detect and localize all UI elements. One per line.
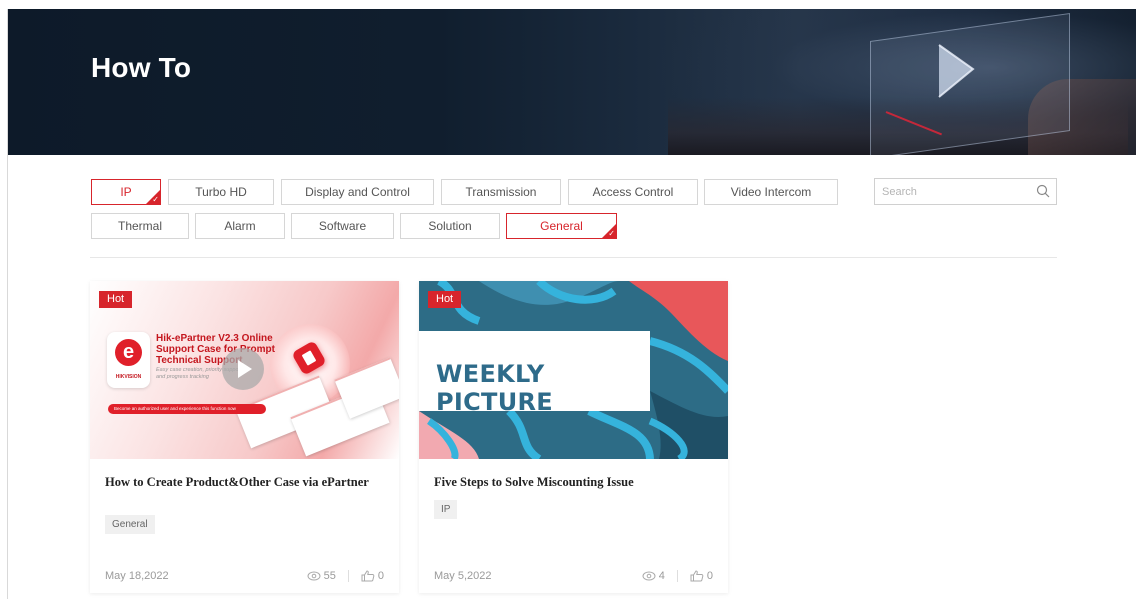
filter-tag-label: Alarm bbox=[224, 219, 256, 233]
filter-tag-label: Transmission bbox=[465, 185, 537, 199]
stats-separator bbox=[347, 570, 349, 582]
article-category-tag[interactable]: IP bbox=[434, 500, 458, 519]
article-stats: 55 0 bbox=[307, 570, 384, 582]
article-card[interactable]: e HIKVISION Hik-ePartner V2.3 Online Sup… bbox=[90, 281, 399, 593]
like-count: 0 bbox=[706, 570, 713, 582]
search-input[interactable] bbox=[875, 179, 1025, 204]
article-thumbnail[interactable]: WEEKLY PICTURE Hot bbox=[419, 281, 728, 459]
filter-divider bbox=[90, 257, 1057, 258]
view-count: 55 bbox=[323, 570, 336, 582]
article-category-tag[interactable]: General bbox=[105, 515, 155, 534]
brand-label: HIKVISION bbox=[115, 374, 142, 380]
filter-tag-general[interactable]: General ✓ bbox=[506, 213, 617, 239]
thumbs-up-icon[interactable] bbox=[361, 570, 375, 582]
filter-section: IP ✓ Turbo HD Display and Control Transm… bbox=[8, 155, 1136, 599]
page-frame: How To IP ✓ Turbo HD Display and Control… bbox=[7, 9, 1136, 599]
filter-tag-label: Display and Control bbox=[305, 185, 410, 199]
article-thumbnail[interactable]: e HIKVISION Hik-ePartner V2.3 Online Sup… bbox=[90, 281, 399, 459]
play-icon[interactable] bbox=[222, 348, 264, 390]
app-logo: e HIKVISION bbox=[107, 332, 150, 388]
article-date: May 18,2022 bbox=[105, 570, 169, 582]
filter-tag-label: Thermal bbox=[117, 219, 162, 233]
filter-tag-turbo-hd[interactable]: Turbo HD bbox=[168, 179, 274, 205]
filter-tag-thermal[interactable]: Thermal bbox=[91, 213, 189, 239]
app-logo-letter: e bbox=[115, 339, 142, 366]
thumbs-up-icon[interactable] bbox=[690, 570, 704, 582]
filter-tag-access-control[interactable]: Access Control bbox=[568, 179, 698, 205]
search-icon[interactable] bbox=[1036, 184, 1050, 198]
check-icon: ✓ bbox=[608, 229, 615, 238]
play-icon bbox=[938, 44, 975, 98]
article-stats: 4 0 bbox=[642, 570, 713, 582]
article-card[interactable]: WEEKLY PICTURE Hot Five Steps to Solve M… bbox=[419, 281, 728, 593]
hero-banner: How To bbox=[8, 9, 1136, 155]
page-title: How To bbox=[91, 52, 192, 83]
view-count: 4 bbox=[658, 570, 665, 582]
stats-separator bbox=[676, 570, 678, 582]
filter-tag-display-and-control[interactable]: Display and Control bbox=[281, 179, 434, 205]
filter-tag-label: Video Intercom bbox=[730, 185, 812, 199]
like-count: 0 bbox=[377, 570, 384, 582]
thumbnail-banner: Become an authorized user and experience… bbox=[108, 404, 266, 414]
article-title[interactable]: Five Steps to Solve Miscounting Issue bbox=[434, 475, 714, 490]
filter-tag-alarm[interactable]: Alarm bbox=[195, 213, 285, 239]
article-date: May 5,2022 bbox=[434, 570, 492, 582]
eye-icon bbox=[307, 571, 321, 581]
filter-tag-video-intercom[interactable]: Video Intercom bbox=[704, 179, 838, 205]
filter-tag-label: IP bbox=[120, 185, 132, 199]
search-box bbox=[874, 178, 1057, 205]
hot-badge: Hot bbox=[99, 291, 133, 308]
thumbnail-heading: WEEKLY PICTURE bbox=[436, 360, 553, 416]
filter-tag-label: Software bbox=[318, 219, 367, 233]
filter-tag-software[interactable]: Software bbox=[291, 213, 394, 239]
filter-tag-ip[interactable]: IP ✓ bbox=[91, 179, 161, 205]
article-title[interactable]: How to Create Product&Other Case via ePa… bbox=[105, 475, 385, 490]
filter-tag-label: General bbox=[540, 219, 583, 233]
filter-tag-transmission[interactable]: Transmission bbox=[441, 179, 561, 205]
eye-icon bbox=[642, 571, 656, 581]
filter-tag-solution[interactable]: Solution bbox=[400, 213, 500, 239]
filter-tag-label: Solution bbox=[428, 219, 472, 233]
thumbnail-caption-box: WEEKLY PICTURE bbox=[419, 331, 650, 416]
filter-tag-label: Turbo HD bbox=[195, 185, 247, 199]
filter-tag-label: Access Control bbox=[592, 185, 674, 199]
hot-badge: Hot bbox=[428, 291, 462, 308]
check-icon: ✓ bbox=[152, 195, 159, 204]
